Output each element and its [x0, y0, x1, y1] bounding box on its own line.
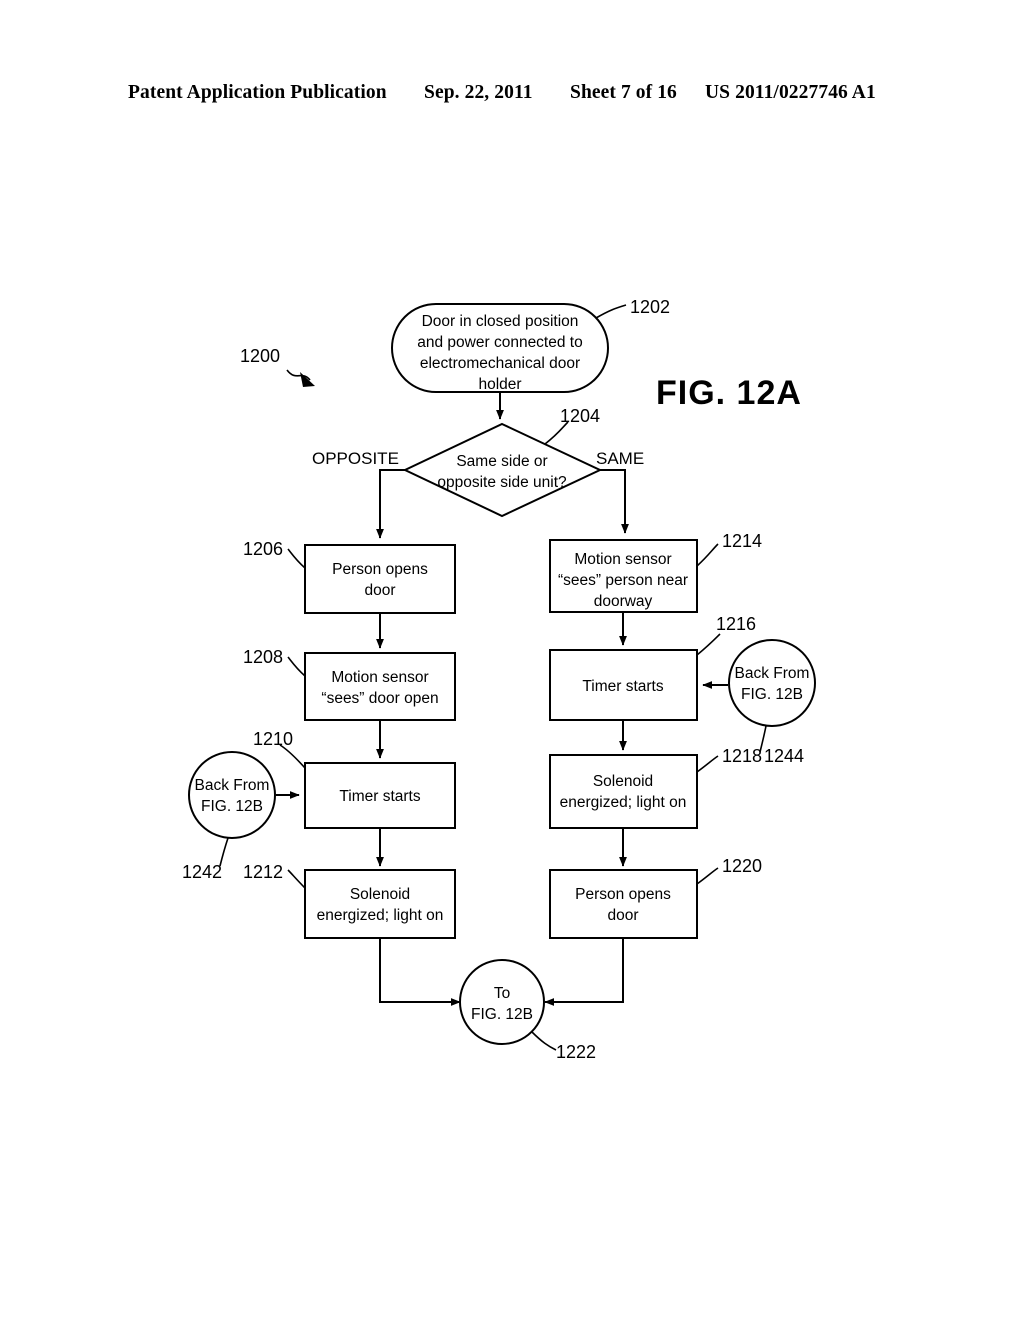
ref-label-1202: 1202	[630, 297, 670, 317]
figure-title: FIG. 12A	[656, 374, 802, 412]
node-1212-shape	[304, 869, 456, 939]
node-1218-line-2: energized; light on	[560, 794, 687, 811]
ref-leader-1208	[287, 656, 306, 677]
ref-leader-1216	[696, 633, 721, 656]
patent-figure-page: Patent Application Publication Sep. 22, …	[0, 0, 1024, 1320]
branch-label-same: SAME	[596, 449, 644, 468]
node-1218-line-1: Solenoid	[593, 773, 653, 790]
ref-leader-1222	[531, 1031, 557, 1051]
node-1206-line-2: door	[364, 582, 395, 599]
node-1222-shape	[459, 959, 545, 1045]
node-1218-shape	[549, 754, 698, 829]
ref-label-1220: 1220	[722, 856, 762, 876]
node-1202-line-1: Door in closed position	[422, 313, 579, 330]
node-1206-shape	[304, 544, 456, 614]
ref-label-1214: 1214	[722, 531, 762, 551]
node-1202-line-2: and power connected to	[417, 334, 582, 351]
ref-leader-1206	[287, 548, 306, 569]
node-1244-line-2: FIG. 12B	[741, 686, 803, 703]
node-1222-line-1: To	[494, 985, 510, 1002]
ref-arrowhead-1200	[300, 372, 315, 387]
node-1242-line-1: Back From	[195, 777, 270, 794]
node-1204-shape	[402, 422, 603, 518]
ref-leader-1218	[696, 755, 719, 773]
node-1212-line-1: Solenoid	[350, 886, 410, 903]
branch-label-opposite: OPPOSITE	[312, 449, 399, 468]
node-1208-line-1: Motion sensor	[331, 669, 428, 686]
node-1208-line-2: “sees” door open	[321, 690, 438, 707]
node-1242-shape	[188, 751, 276, 839]
ref-leader-1220	[696, 867, 719, 885]
node-1210-line-1: Timer starts	[339, 788, 420, 805]
ref-leader-1212	[287, 869, 306, 889]
node-1216-line-1: Timer starts	[582, 678, 663, 695]
ref-label-1210: 1210	[253, 729, 293, 749]
node-1244-line-1: Back From	[735, 665, 810, 682]
node-1244-shape	[728, 639, 816, 727]
ref-label-1216: 1216	[716, 614, 756, 634]
node-1202-line-3: electromechanical door	[420, 355, 580, 372]
ref-label-1204: 1204	[560, 406, 600, 426]
edge-1212-to-1222	[379, 938, 461, 1006]
node-1212-line-2: energized; light on	[317, 907, 444, 924]
node-1214-line-3: doorway	[594, 593, 653, 610]
ref-label-1212: 1212	[243, 862, 283, 882]
node-1220-shape	[549, 869, 698, 939]
ref-label-1208: 1208	[243, 647, 283, 667]
node-1220-line-1: Person opens	[575, 886, 671, 903]
ref-label-1222: 1222	[556, 1042, 596, 1062]
flowchart-figure: FIG. 12A 1200 Door in closed position an…	[182, 297, 816, 1062]
edge-1204-to-1206	[376, 469, 405, 539]
ref-label-1200: 1200	[240, 346, 280, 366]
ref-label-1242: 1242	[182, 862, 222, 882]
node-1202-line-4: holder	[478, 376, 521, 393]
ref-leader-1214	[696, 543, 719, 567]
node-1214-line-2: “sees” person near	[558, 572, 688, 589]
node-1206-line-1: Person opens	[332, 561, 428, 578]
edge-1220-to-1222	[544, 938, 624, 1006]
node-1208-shape	[304, 652, 456, 721]
ref-label-1218: 1218	[722, 746, 762, 766]
node-1222-line-2: FIG. 12B	[471, 1006, 533, 1023]
node-1220-line-2: door	[607, 907, 638, 924]
edge-1204-to-1214	[600, 469, 629, 534]
ref-label-1206: 1206	[243, 539, 283, 559]
ref-leader-1202	[595, 304, 627, 319]
node-1204-line-1: Same side or	[456, 453, 547, 470]
node-1204-line-2: opposite side unit?	[437, 474, 567, 491]
ref-label-1244: 1244	[764, 746, 804, 766]
node-1214-line-1: Motion sensor	[574, 551, 671, 568]
node-1242-line-2: FIG. 12B	[201, 798, 263, 815]
